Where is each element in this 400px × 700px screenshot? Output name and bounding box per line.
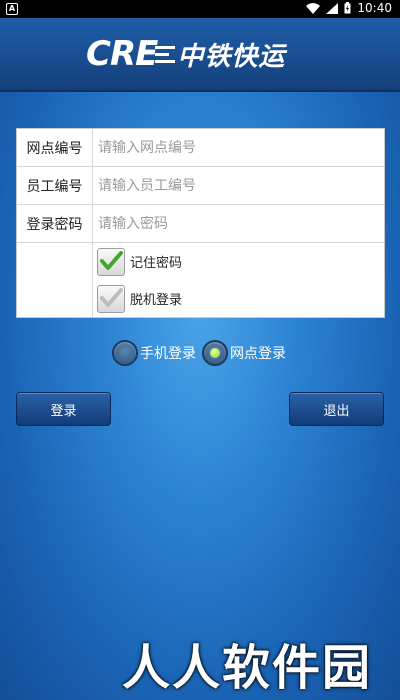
radio-branch-login-label: 网点登录 bbox=[230, 346, 286, 362]
status-bar: A 10:40 bbox=[0, 0, 400, 18]
offline-login-option[interactable]: 脱机登录 bbox=[97, 280, 384, 317]
remember-password-label: 记住密码 bbox=[130, 256, 183, 271]
app-logo: CRE 中铁快运 bbox=[86, 32, 285, 76]
checkmark-checked-icon bbox=[100, 250, 123, 270]
options-spacer bbox=[17, 243, 93, 317]
password-row: 登录密码 bbox=[17, 205, 384, 243]
offline-login-checkbox[interactable] bbox=[97, 284, 125, 313]
remember-password-checkbox[interactable] bbox=[97, 247, 125, 276]
battery-icon bbox=[344, 2, 351, 14]
signal-icon bbox=[326, 2, 339, 14]
login-button[interactable]: 登录 bbox=[16, 392, 111, 426]
status-right: 10:40 bbox=[306, 1, 392, 15]
offline-login-label: 脱机登录 bbox=[130, 293, 183, 308]
branch-id-row: 网点编号 bbox=[17, 129, 384, 167]
wifi-icon bbox=[306, 2, 321, 14]
employee-id-input[interactable] bbox=[93, 167, 384, 204]
employee-id-row: 员工编号 bbox=[17, 167, 384, 205]
password-label: 登录密码 bbox=[17, 205, 93, 242]
branch-id-label: 网点编号 bbox=[17, 129, 93, 166]
login-mode-group: 手机登录 网点登录 bbox=[112, 340, 292, 366]
password-input[interactable] bbox=[93, 205, 384, 242]
exit-button[interactable]: 退出 bbox=[289, 392, 384, 426]
branch-id-input[interactable] bbox=[93, 129, 384, 166]
options-list: 记住密码 脱机登录 bbox=[93, 243, 384, 317]
watermark-text: 人人软件园 bbox=[122, 640, 373, 696]
options-row: 记住密码 脱机登录 bbox=[17, 243, 384, 317]
radio-branch-login[interactable]: 网点登录 bbox=[202, 340, 286, 366]
radio-phone-login[interactable]: 手机登录 bbox=[112, 340, 196, 366]
login-form: 网点编号 员工编号 登录密码 记住密码 bbox=[16, 128, 385, 318]
radio-phone-login-circle[interactable] bbox=[112, 340, 138, 366]
employee-id-label: 员工编号 bbox=[17, 167, 93, 204]
radio-branch-login-circle[interactable] bbox=[202, 340, 228, 366]
clock: 10:40 bbox=[357, 1, 392, 15]
logo-name: 中铁快运 bbox=[177, 41, 286, 72]
notification-a-icon: A bbox=[6, 3, 18, 15]
logo-lines bbox=[155, 45, 176, 63]
radio-phone-login-label: 手机登录 bbox=[140, 346, 196, 362]
logo-mark: CRE bbox=[86, 34, 158, 74]
app-header: CRE 中铁快运 bbox=[0, 18, 400, 92]
remember-password-option[interactable]: 记住密码 bbox=[97, 243, 384, 280]
checkmark-unchecked-icon bbox=[100, 287, 123, 307]
